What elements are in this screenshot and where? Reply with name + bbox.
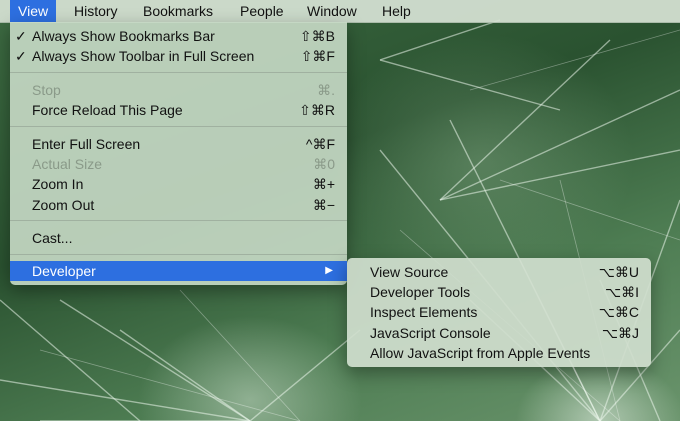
view-menu: ✓ Always Show Bookmarks Bar ⇧⌘B ✓ Always… — [10, 22, 347, 285]
submenu-item-javascript-console[interactable]: JavaScript Console ⌥⌘J — [347, 323, 651, 343]
menu-item-shortcut: ⌘0 — [313, 156, 335, 172]
menu-item-label: View Source — [370, 264, 449, 280]
menu-item-zoom-out[interactable]: Zoom Out ⌘− — [10, 195, 347, 215]
menu-item-shortcut: ⌥⌘U — [598, 264, 639, 280]
menu-item-label: Zoom In — [32, 176, 84, 192]
menu-item-label: Stop — [32, 82, 61, 98]
menu-item-shortcut: ⌘− — [312, 197, 335, 213]
submenu-item-view-source[interactable]: View Source ⌥⌘U — [347, 262, 651, 282]
menu-item-label: Always Show Toolbar in Full Screen — [32, 48, 255, 64]
checkmark-icon: ✓ — [15, 28, 27, 44]
menu-separator — [10, 254, 347, 255]
menu-item-shortcut: ⇧⌘R — [299, 102, 335, 118]
submenu-item-allow-javascript-apple-events[interactable]: Allow JavaScript from Apple Events — [347, 343, 651, 363]
menu-bar: View History Bookmarks People Window Hel… — [0, 0, 680, 23]
menubar-item-bookmarks[interactable]: Bookmarks — [143, 0, 213, 22]
menu-item-shortcut: ⌘+ — [312, 176, 335, 192]
menubar-item-window[interactable]: Window — [307, 0, 357, 22]
menu-item-always-show-toolbar-full-screen[interactable]: ✓ Always Show Toolbar in Full Screen ⇧⌘F — [10, 46, 347, 66]
menu-item-always-show-bookmarks-bar[interactable]: ✓ Always Show Bookmarks Bar ⇧⌘B — [10, 26, 347, 46]
menu-item-label: Developer Tools — [370, 284, 471, 300]
menu-item-label: Enter Full Screen — [32, 136, 141, 152]
menu-item-label: Inspect Elements — [370, 304, 478, 320]
menu-item-shortcut: ⌥⌘I — [604, 284, 639, 300]
menu-item-enter-full-screen[interactable]: Enter Full Screen ^⌘F — [10, 134, 347, 154]
menubar-item-people[interactable]: People — [240, 0, 284, 22]
menu-item-developer[interactable]: Developer ▶ — [10, 261, 347, 281]
menu-item-zoom-in[interactable]: Zoom In ⌘+ — [10, 174, 347, 194]
submenu-item-developer-tools[interactable]: Developer Tools ⌥⌘I — [347, 282, 651, 302]
menu-separator — [10, 220, 347, 221]
menu-item-shortcut: ⌥⌘J — [601, 325, 639, 341]
menu-item-actual-size: Actual Size ⌘0 — [10, 154, 347, 174]
menu-item-force-reload[interactable]: Force Reload This Page ⇧⌘R — [10, 100, 347, 120]
menu-item-shortcut: ⇧⌘F — [300, 48, 335, 64]
menubar-item-help[interactable]: Help — [382, 0, 411, 22]
menu-item-label: Force Reload This Page — [32, 102, 183, 118]
menu-item-cast[interactable]: Cast... — [10, 228, 347, 248]
menu-item-label: Zoom Out — [32, 197, 95, 213]
menu-item-label: JavaScript Console — [370, 325, 491, 341]
checkmark-icon: ✓ — [15, 48, 27, 64]
menu-item-shortcut: ^⌘F — [305, 136, 335, 152]
menu-item-shortcut: ⌥⌘C — [598, 304, 639, 320]
menu-item-label: Allow JavaScript from Apple Events — [370, 345, 591, 361]
submenu-item-inspect-elements[interactable]: Inspect Elements ⌥⌘C — [347, 302, 651, 322]
submenu-arrow-icon: ▶ — [325, 265, 333, 276]
developer-submenu: View Source ⌥⌘U Developer Tools ⌥⌘I Insp… — [347, 258, 651, 367]
menu-item-label: Actual Size — [32, 156, 103, 172]
menu-separator — [10, 126, 347, 127]
menubar-item-view[interactable]: View — [10, 0, 57, 22]
menu-item-label: Always Show Bookmarks Bar — [32, 28, 215, 44]
menu-item-label: Developer — [32, 263, 96, 279]
menu-separator — [10, 72, 347, 73]
menu-item-shortcut: ⌘. — [317, 82, 335, 98]
menubar-item-history[interactable]: History — [74, 0, 118, 22]
menu-item-label: Cast... — [32, 230, 73, 246]
menu-item-shortcut: ⇧⌘B — [299, 28, 335, 44]
menu-item-stop: Stop ⌘. — [10, 80, 347, 100]
